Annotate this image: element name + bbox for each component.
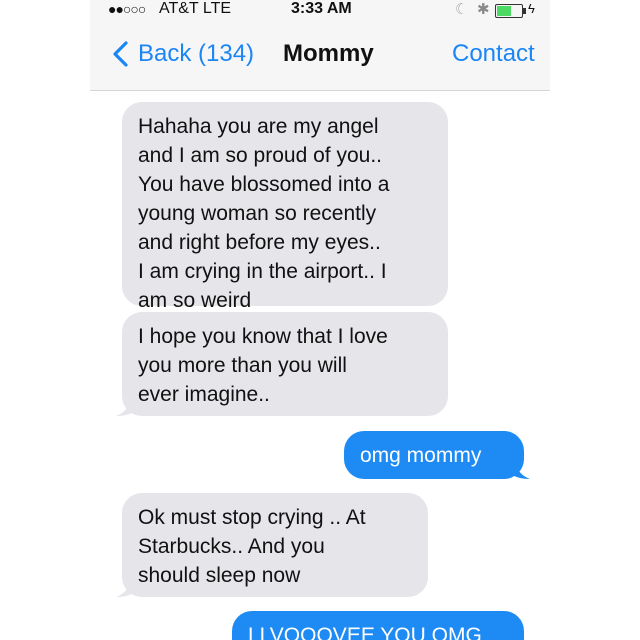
top-bar: ●●○○○ AT&T LTE 3:33 AM ☾ ✱ ϟ Back (134) … bbox=[90, 0, 550, 91]
signal-strength-icon: ●●○○○ bbox=[108, 1, 146, 17]
back-button-label: Back (134) bbox=[138, 40, 255, 67]
message-text-line: young woman so recently bbox=[138, 202, 377, 225]
message-text-line: Hahaha you are my angel bbox=[138, 115, 379, 138]
contact-button[interactable]: Contact bbox=[452, 40, 535, 68]
message-text-line: you more than you will bbox=[138, 354, 347, 377]
message-text-line: omg mommy bbox=[360, 444, 482, 467]
bubble-tail bbox=[116, 396, 136, 416]
message-text-line: You have blossomed into a bbox=[138, 173, 390, 196]
message-bubble-received[interactable]: I hope you know that I love you more tha… bbox=[116, 312, 448, 416]
message-bubble-received[interactable]: Hahaha you are my angel and I am so prou… bbox=[122, 102, 448, 312]
message-bubble-sent[interactable]: LLVOOOVEE YOU OMG bbox=[232, 611, 524, 640]
message-text-line: LLVOOOVEE YOU OMG bbox=[248, 624, 482, 640]
charging-icon: ϟ bbox=[528, 1, 535, 16]
do-not-disturb-icon: ☾ bbox=[455, 1, 469, 18]
message-text-line: and right before my eyes.. bbox=[138, 231, 381, 254]
battery-icon bbox=[495, 4, 526, 18]
carrier-label: AT&T LTE bbox=[159, 0, 232, 17]
conversation-title: Mommy bbox=[283, 40, 374, 67]
bubble-tail bbox=[510, 459, 530, 479]
bubble-tail bbox=[116, 577, 136, 597]
message-text-line: and I am so proud of you.. bbox=[138, 144, 382, 167]
message-text-line: Starbucks.. And you bbox=[138, 535, 325, 558]
message-text-line: should sleep now bbox=[138, 564, 301, 587]
message-text-line: I hope you know that I love bbox=[138, 325, 388, 348]
messages-screen: ●●○○○ AT&T LTE 3:33 AM ☾ ✱ ϟ Back (134) … bbox=[90, 0, 550, 640]
navigation-bar: Back (134) Mommy Contact bbox=[90, 30, 550, 80]
message-text-line: am so weird bbox=[138, 289, 252, 312]
battery-level-fill bbox=[497, 6, 511, 16]
message-bubble-received[interactable]: Ok must stop crying .. At Starbucks.. An… bbox=[116, 493, 428, 597]
status-bar: ●●○○○ AT&T LTE 3:33 AM ☾ ✱ ϟ bbox=[90, 0, 550, 20]
message-text-line: Ok must stop crying .. At bbox=[138, 506, 366, 529]
bluetooth-icon: ✱ bbox=[477, 1, 490, 18]
chevron-left-icon bbox=[113, 41, 128, 67]
message-text-line: I am crying in the airport.. I bbox=[138, 260, 387, 283]
battery-nub bbox=[523, 8, 526, 14]
message-bubble-sent[interactable]: omg mommy bbox=[344, 431, 530, 479]
message-text-line: ever imagine.. bbox=[138, 383, 270, 406]
clock: 3:33 AM bbox=[291, 0, 352, 17]
